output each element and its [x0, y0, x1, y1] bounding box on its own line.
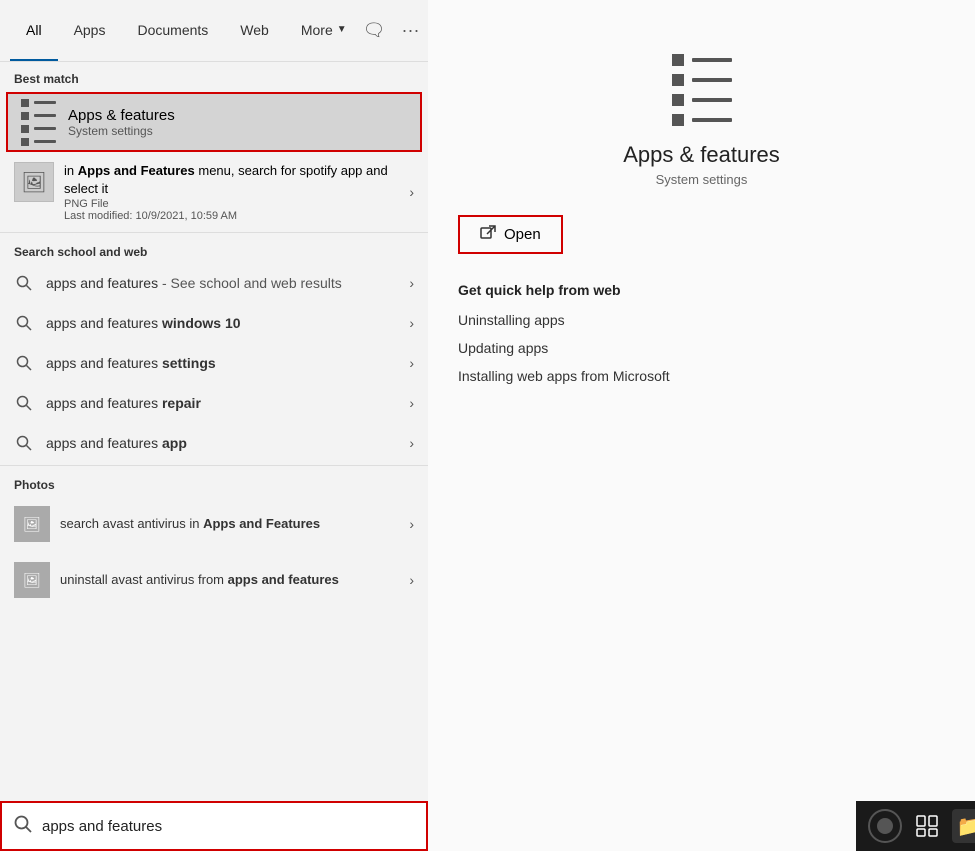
search-school-web-label: Search school and web [0, 235, 428, 263]
chevron-right-icon: › [409, 435, 414, 451]
tab-all[interactable]: All [10, 0, 58, 61]
file-info: in Apps and Features menu, search for sp… [64, 162, 403, 222]
tab-documents[interactable]: Documents [121, 0, 224, 61]
best-match-subtitle: System settings [68, 124, 175, 138]
separator [0, 232, 428, 233]
open-button[interactable]: Open [458, 215, 563, 254]
search-icon [14, 353, 34, 373]
app-detail-title: Apps & features [623, 142, 780, 168]
best-match-label: Best match [0, 62, 428, 90]
search-result-text-5: apps and features app [46, 435, 403, 451]
search-result-text-3: apps and features settings [46, 355, 403, 371]
search-result-text-4: apps and features repair [46, 395, 403, 411]
taskbar: 📁 [856, 801, 975, 851]
photo-result-2[interactable]: 🖼 uninstall avast antivirus from apps an… [0, 552, 428, 608]
chevron-right-icon: › [409, 395, 414, 411]
user-feedback-icon[interactable]: 🗨 [363, 20, 386, 41]
search-bar-icon [14, 815, 32, 838]
search-result-text-1: apps and features - See school and web r… [46, 275, 403, 291]
file-type: PNG File [64, 198, 403, 210]
file-title: in Apps and Features menu, search for sp… [64, 162, 403, 198]
search-result-2[interactable]: apps and features windows 10 › [0, 303, 428, 343]
left-panel: All Apps Documents Web More ▼ 🗨 ··· Best… [0, 0, 428, 851]
file-result-item[interactable]: 🖼 in Apps and Features menu, search for … [0, 154, 428, 230]
open-button-label: Open [504, 226, 541, 243]
cortana-icon[interactable] [868, 809, 902, 843]
right-panel: Apps & features System settings Open Get… [428, 0, 975, 851]
chevron-down-icon: ▼ [337, 24, 347, 35]
quick-help-section: Get quick help from web Uninstalling app… [428, 254, 975, 396]
photo-result-1[interactable]: 🖼 search avast antivirus in Apps and Fea… [0, 496, 428, 552]
quick-help-link-3[interactable]: Installing web apps from Microsoft [458, 368, 945, 384]
search-result-4[interactable]: apps and features repair › [0, 383, 428, 423]
more-options-icon[interactable]: ··· [402, 20, 420, 41]
app-detail-subtitle: System settings [656, 172, 748, 187]
chevron-right-icon: › [409, 572, 414, 588]
search-bar[interactable] [0, 801, 428, 851]
photo-thumbnail-2: 🖼 [14, 562, 50, 598]
best-match-text: Apps & features System settings [68, 107, 175, 138]
open-icon [480, 225, 496, 244]
apps-features-small-icon [20, 104, 56, 140]
photo-result-text-2: uninstall avast antivirus from apps and … [60, 571, 403, 589]
chevron-right-icon: › [409, 184, 414, 200]
chevron-right-icon: › [409, 275, 414, 291]
photo-thumbnail-1: 🖼 [14, 506, 50, 542]
separator [0, 465, 428, 466]
chevron-right-icon: › [409, 516, 414, 532]
quick-help-title: Get quick help from web [458, 282, 945, 298]
quick-help-link-2[interactable]: Updating apps [458, 340, 945, 356]
tab-web[interactable]: Web [224, 0, 285, 61]
task-view-icon[interactable] [910, 809, 944, 843]
file-explorer-icon[interactable]: 📁 [952, 809, 975, 843]
photo-result-text-1: search avast antivirus in Apps and Featu… [60, 515, 403, 533]
file-date: Last modified: 10/9/2021, 10:59 AM [64, 210, 403, 222]
quick-help-link-1[interactable]: Uninstalling apps [458, 312, 945, 328]
chevron-right-icon: › [409, 355, 414, 371]
tab-bar: All Apps Documents Web More ▼ 🗨 ··· [0, 0, 428, 62]
search-icon [14, 313, 34, 333]
search-result-5[interactable]: apps and features app › [0, 423, 428, 463]
search-input[interactable] [42, 818, 414, 835]
search-icon [14, 393, 34, 413]
chevron-right-icon: › [409, 315, 414, 331]
search-result-text-2: apps and features windows 10 [46, 315, 403, 331]
tab-more[interactable]: More ▼ [285, 0, 363, 61]
best-match-item[interactable]: Apps & features System settings [6, 92, 422, 152]
photos-label: Photos [0, 468, 428, 496]
app-detail-icon [662, 50, 742, 130]
best-match-title: Apps & features [68, 107, 175, 124]
tabs: All Apps Documents Web More ▼ [10, 0, 363, 61]
search-result-1[interactable]: apps and features - See school and web r… [0, 263, 428, 303]
file-thumbnail: 🖼 [14, 162, 54, 202]
tab-bar-icons: 🗨 ··· [363, 20, 420, 41]
tab-apps[interactable]: Apps [58, 0, 122, 61]
search-result-3[interactable]: apps and features settings › [0, 343, 428, 383]
search-icon [14, 273, 34, 293]
search-icon [14, 433, 34, 453]
